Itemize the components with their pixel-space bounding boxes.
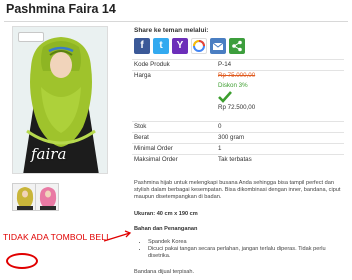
checkmark-glyph <box>218 91 232 103</box>
harga-label: Harga <box>132 70 216 122</box>
harga-cell: Rp 75.000,00 Diskon 3% Rp 72.500,00 <box>216 70 344 122</box>
old-price: Rp 75.000,00 <box>218 72 256 79</box>
bahan-list: Spandek Korea Dicuci pakai tangan secara… <box>142 239 344 261</box>
share-icon-glyph <box>232 40 242 52</box>
bahan-heading: Bahan dan Penanganan <box>134 226 198 232</box>
product-page: Pashmina Faira 14 faira TIDAK ADA TOMBOL… <box>0 0 352 280</box>
share-label: Share ke teman melalui: <box>134 27 209 34</box>
yahoo-icon[interactable]: Y <box>172 38 188 54</box>
new-price: Rp 72.500,00 <box>218 104 256 111</box>
twitter-icon[interactable]: t <box>153 38 169 54</box>
berat-label: Berat <box>132 132 216 144</box>
max-order-value: Tak terbatas <box>216 154 344 165</box>
berat-value: 300 gram <box>216 132 344 144</box>
min-order-label: Minimal Order <box>132 143 216 155</box>
description-paragraph: Pashmina hijab untuk melengkapi busana A… <box>134 180 341 201</box>
google-icon[interactable] <box>191 38 207 54</box>
max-order-label: Maksimal Order <box>132 154 216 165</box>
email-icon[interactable] <box>210 38 226 54</box>
stok-label: Stok <box>132 121 216 133</box>
email-icon-glyph <box>212 42 224 50</box>
table-row: Berat 300 gram <box>132 132 344 144</box>
table-row: Stok 0 <box>132 121 344 133</box>
table-row: Harga Rp 75.000,00 Diskon 3% Rp 72.500,0… <box>132 70 344 122</box>
table-row: Maksimal Order Tak terbatas <box>132 154 344 165</box>
list-item: Dicuci pakai tangan secara perlahan, jan… <box>148 246 344 260</box>
table-row: Minimal Order 1 <box>132 143 344 155</box>
min-order-value: 1 <box>216 143 344 155</box>
list-item: Spandek Korea <box>148 239 344 246</box>
size-info: Ukuran: 40 cm x 190 cm <box>134 211 198 217</box>
stok-value: 0 <box>216 121 344 133</box>
facebook-icon[interactable]: f <box>134 38 150 54</box>
google-icon-glyph <box>193 40 205 52</box>
kode-label: Kode Produk <box>132 59 216 71</box>
kode-value: P-14 <box>216 59 344 71</box>
discount-label: Diskon 3% <box>218 82 248 89</box>
checkmark-icon <box>218 91 344 103</box>
table-row: Kode Produk P-14 <box>132 59 344 71</box>
product-detail-table: Kode Produk P-14 Harga Rp 75.000,00 Disk… <box>132 59 344 165</box>
annotation-circle <box>6 253 38 269</box>
description-note: Bandana dijual terpisah. <box>134 269 195 275</box>
share-icon[interactable] <box>229 38 245 54</box>
